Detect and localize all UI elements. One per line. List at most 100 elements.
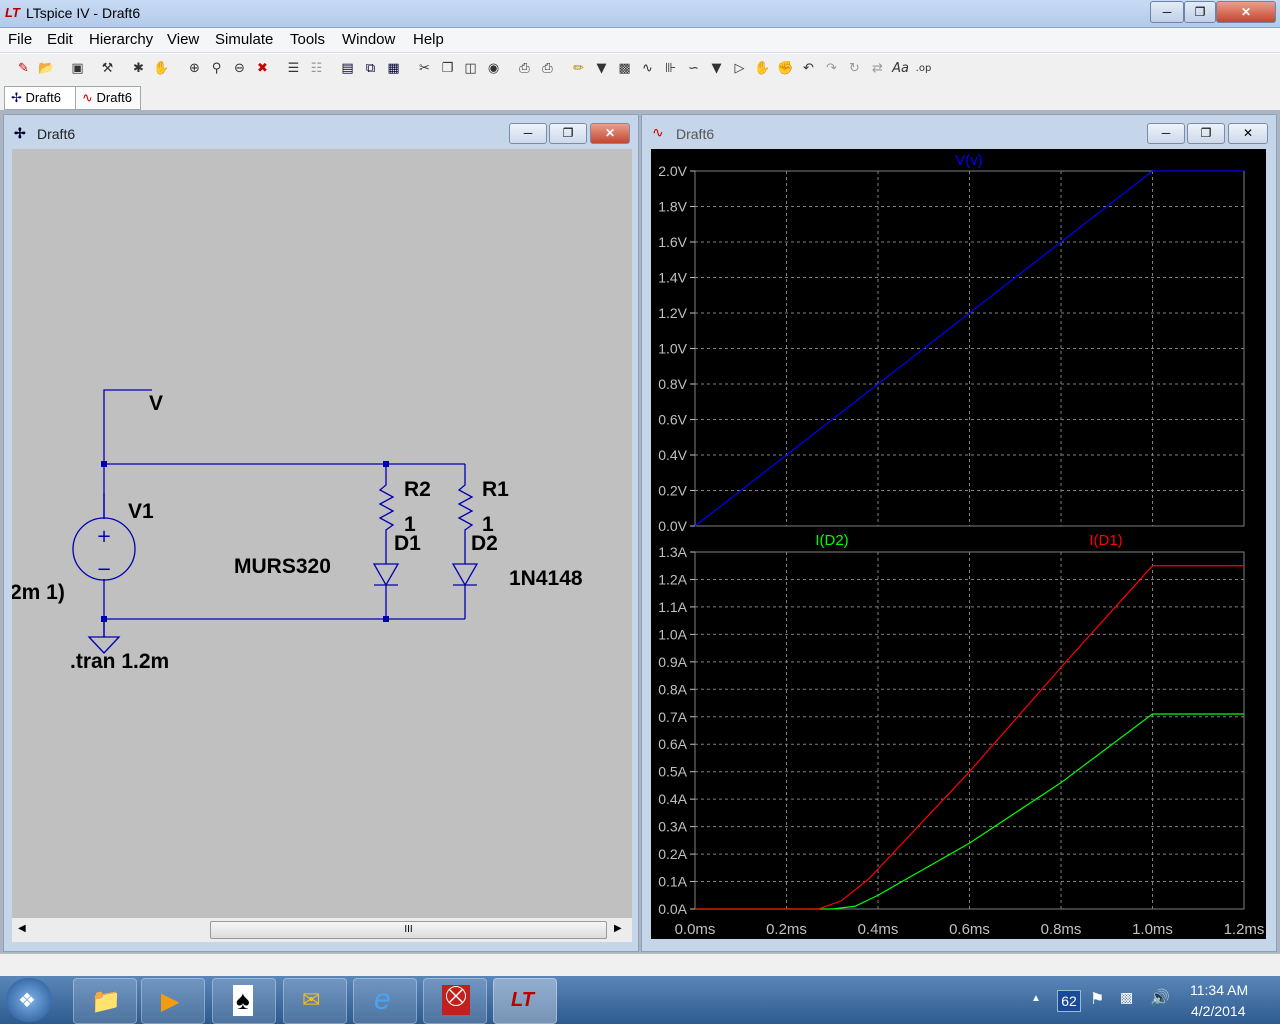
horizontal-scrollbar[interactable]: ◀ III ▶ <box>12 918 632 942</box>
d1-model-label[interactable]: MURS320 <box>234 555 331 578</box>
diode-icon[interactable]: ▼ <box>707 59 726 78</box>
schematic-minimize-button[interactable]: ─ <box>509 123 547 144</box>
ltspice-logo-icon: LT <box>5 5 20 20</box>
net-label-v[interactable]: V <box>149 392 163 415</box>
label-net-icon[interactable]: ▩ <box>615 59 634 78</box>
text-icon[interactable]: Aa <box>891 59 910 78</box>
waveform-maximize-button[interactable]: ❐ <box>1187 123 1225 144</box>
status-bar <box>0 953 1280 976</box>
copy-icon[interactable]: ❐ <box>438 59 457 78</box>
x-tick-label: 0.8ms <box>1041 921 1082 938</box>
inductor-icon[interactable]: ∽ <box>684 59 703 78</box>
run-icon[interactable]: ✱ <box>129 59 148 78</box>
tab-schematic[interactable]: ✢ Draft6 <box>4 86 76 110</box>
volume-icon[interactable]: 🔊 <box>1150 988 1170 1008</box>
y-tick-label: 0.1A <box>658 874 687 890</box>
schematic-close-button[interactable]: ✕ <box>590 123 630 144</box>
taskbar-ltspice[interactable]: LT <box>493 978 557 1024</box>
schematic-window-icon: ✢ <box>14 125 26 141</box>
tran-directive[interactable]: .tran 1.2m <box>70 650 169 673</box>
waveform-close-button[interactable]: ✕ <box>1228 123 1268 144</box>
taskbar-acrobat[interactable]: ⛒ <box>423 978 487 1024</box>
redo-icon[interactable]: ↷ <box>822 59 841 78</box>
tray-badge[interactable]: 62 <box>1057 990 1081 1012</box>
v1-label[interactable]: V1 <box>128 500 154 523</box>
scroll-right-arrow-icon[interactable]: ▶ <box>614 923 622 934</box>
print-preview-icon[interactable]: ⎙ <box>515 59 534 78</box>
rotate-icon[interactable]: ↻ <box>845 59 864 78</box>
find-icon[interactable]: ◉ <box>484 59 503 78</box>
print-icon[interactable]: ⎙ <box>538 59 557 78</box>
schematic-maximize-button[interactable]: ❐ <box>549 123 587 144</box>
save-icon[interactable]: ▣ <box>68 59 87 78</box>
menu-help[interactable]: Help <box>413 31 444 48</box>
menu-simulate[interactable]: Simulate <box>215 31 273 48</box>
waveform-svg: 2.0V 1.8V 1.6V 1.4V 1.2V 1.0V 0.8V 0.6V 0.4V 0.2V… <box>658 152 1264 938</box>
y-tick-label: 0.6V <box>658 412 687 428</box>
y-tick-label: 1.2A <box>658 571 687 587</box>
network-signal-icon[interactable]: ▩ <box>1120 989 1133 1006</box>
menu-window[interactable]: Window <box>342 31 395 48</box>
y-tick-label: 0.0V <box>658 518 687 534</box>
ground-icon[interactable]: ▼ <box>592 59 611 78</box>
drag-icon[interactable]: ✊ <box>776 59 795 78</box>
cascade-icon[interactable]: ⧉ <box>361 59 380 78</box>
menu-tools[interactable]: Tools <box>290 31 325 48</box>
d2-label[interactable]: D2 <box>471 532 498 555</box>
circuit-drawing: + − V V1 R2 1 R1 1 D1 D2 MURS320 1N4148 … <box>12 389 583 673</box>
menu-hierarchy[interactable]: Hierarchy <box>89 31 153 48</box>
net-v-wire <box>103 389 152 403</box>
fft-icon[interactable]: ☷ <box>307 59 326 78</box>
maximize-button[interactable]: ❐ <box>1184 1 1216 23</box>
tab-waveform[interactable]: ∿ Draft6 <box>75 86 141 110</box>
zoom-out-icon[interactable]: ⊖ <box>230 59 249 78</box>
start-button[interactable]: ❖ <box>6 978 52 1022</box>
pan-icon[interactable]: ✋ <box>152 59 171 78</box>
menu-file[interactable]: File <box>8 31 32 48</box>
close-window-icon[interactable]: ▦ <box>384 59 403 78</box>
menu-view[interactable]: View <box>167 31 199 48</box>
undo-icon[interactable]: ↶ <box>799 59 818 78</box>
d2-model-label[interactable]: 1N4148 <box>509 567 583 590</box>
waveform-plot[interactable]: 2.0V 1.8V 1.6V 1.4V 1.2V 1.0V 0.8V 0.6V 0.4V 0.2V… <box>651 149 1266 939</box>
move-icon[interactable]: ✋ <box>753 59 772 78</box>
zoom-fit-icon[interactable]: ✖ <box>253 59 272 78</box>
taskbar-explorer[interactable]: 📁 <box>73 978 137 1024</box>
d1-label[interactable]: D1 <box>394 532 421 555</box>
clock-time[interactable]: 11:34 AM <box>1190 982 1248 998</box>
zoom-in-icon[interactable]: ⊕ <box>185 59 204 78</box>
autorange-icon[interactable]: ☰ <box>284 59 303 78</box>
control-panel-icon[interactable]: ⚒ <box>98 59 117 78</box>
new-schematic-icon[interactable]: ✎ <box>14 59 33 78</box>
r1-label[interactable]: R1 <box>482 478 509 501</box>
open-icon[interactable]: 📂 <box>37 59 56 78</box>
spice-directive-icon[interactable]: .op <box>914 59 933 78</box>
taskbar-outlook[interactable]: ✉ <box>283 978 347 1024</box>
action-center-flag-icon[interactable]: ⚑ <box>1090 989 1104 1009</box>
clock-date[interactable]: 4/2/2014 <box>1191 1003 1246 1019</box>
tab-bar: ✢ Draft6 ∿ Draft6 <box>0 84 1280 110</box>
taskbar-media-player[interactable]: ▶ <box>141 978 205 1024</box>
mirror-icon[interactable]: ⇄ <box>868 59 887 78</box>
capacitor-icon[interactable]: ⊪ <box>661 59 680 78</box>
waveform-minimize-button[interactable]: ─ <box>1147 123 1185 144</box>
wire-icon[interactable]: ✏ <box>569 59 588 78</box>
minimize-button[interactable]: ─ <box>1150 1 1184 23</box>
component-icon[interactable]: ▷ <box>730 59 749 78</box>
v1-value-label[interactable]: 2m 1) <box>12 581 65 604</box>
close-button[interactable]: ✕ <box>1216 1 1276 23</box>
x-tick-label: 0.4ms <box>858 921 899 938</box>
r2-label[interactable]: R2 <box>404 478 431 501</box>
show-hidden-icons-icon[interactable]: ▲ <box>1031 993 1041 1004</box>
scroll-left-arrow-icon[interactable]: ◀ <box>18 923 26 934</box>
schematic-canvas[interactable]: + − V V1 R2 1 R1 1 D1 D2 MURS320 1N4148 … <box>12 149 632 918</box>
taskbar-internet-explorer[interactable]: e <box>353 978 417 1024</box>
scroll-thumb[interactable]: III <box>210 921 607 939</box>
cut-icon[interactable]: ✂ <box>415 59 434 78</box>
resistor-icon[interactable]: ∿ <box>638 59 657 78</box>
taskbar-solitaire[interactable]: ♠ <box>212 978 276 1024</box>
zoom-pan-icon[interactable]: ⚲ <box>207 59 226 78</box>
menu-edit[interactable]: Edit <box>47 31 73 48</box>
tile-horizontal-icon[interactable]: ▤ <box>338 59 357 78</box>
paste-icon[interactable]: ◫ <box>461 59 480 78</box>
